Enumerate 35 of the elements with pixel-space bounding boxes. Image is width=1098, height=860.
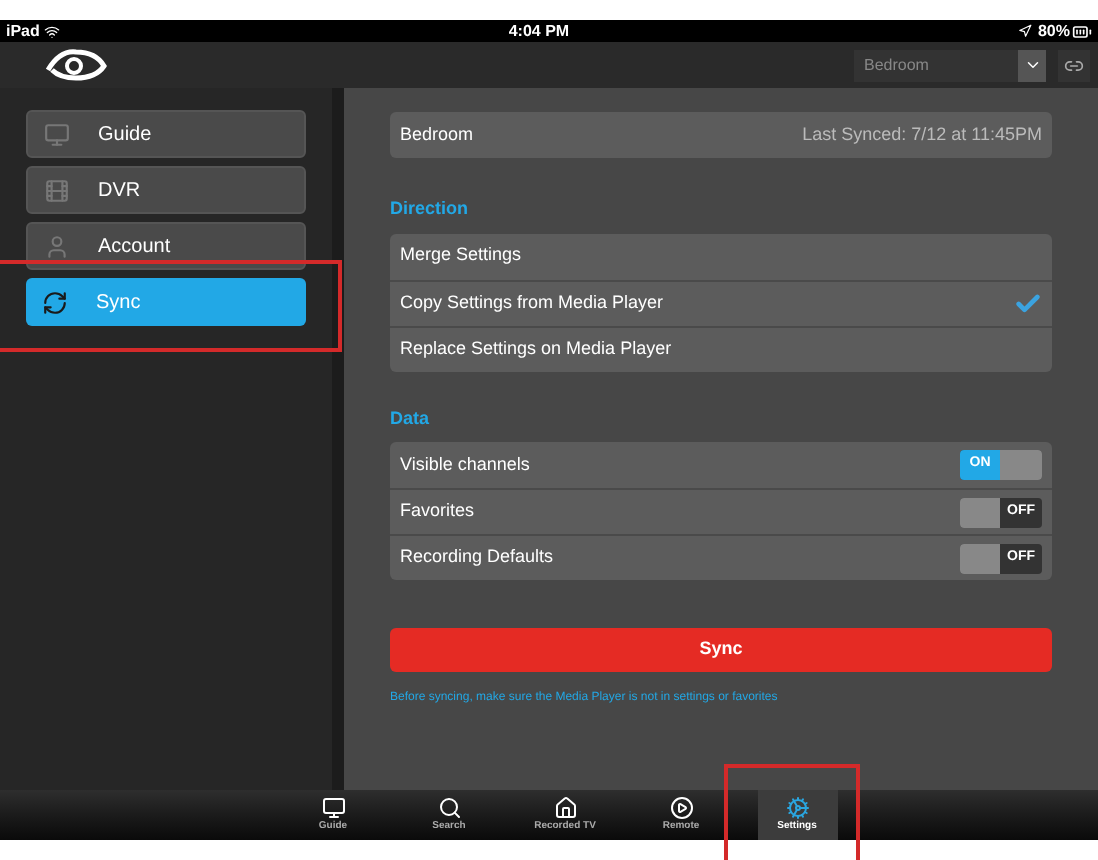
battery-icon [1072,21,1092,41]
gears-icon [785,795,809,820]
link-icon [1064,55,1084,75]
direction-option[interactable]: Copy Settings from Media Player [390,279,1052,325]
link-button[interactable] [1058,49,1090,81]
search-icon [437,795,461,820]
screen-icon [44,121,70,147]
location-icon [1017,24,1032,38]
wifi-icon [43,23,60,39]
eye-logo-icon [44,45,108,85]
last-synced: Last Synced: 7/12 at 11:45PM [802,121,1042,148]
section-heading: Data [390,405,432,431]
sidebar-item[interactable]: DVR [26,166,306,214]
play-icon [669,795,693,820]
room-dropdown[interactable]: Bedroom [854,49,1046,81]
toggle-label: Favorites [400,498,477,525]
toggle-label: Recording Defaults [400,544,556,571]
battery-percent: 80% [1037,19,1070,43]
caret-icon [1023,56,1041,74]
direction-option[interactable]: Merge Settings [390,233,1052,279]
film-icon [44,177,70,203]
toggle-label: Visible channels [400,451,532,478]
device-name: Bedroom [400,121,474,148]
monitor-icon [321,795,345,820]
highlight-frame [724,764,860,860]
section-heading: Direction [390,196,471,222]
sidebar-item[interactable]: Account [26,222,306,270]
sync-button[interactable]: Sync [390,628,1052,672]
clock: 4:04 PM [508,19,570,43]
sidebar-item[interactable]: Guide [26,110,306,158]
sync-icon [42,289,68,315]
house-icon [553,795,577,820]
device-label: iPad [6,19,40,43]
direction-option[interactable]: Replace Settings on Media Player [390,325,1052,371]
person-icon [44,233,70,259]
